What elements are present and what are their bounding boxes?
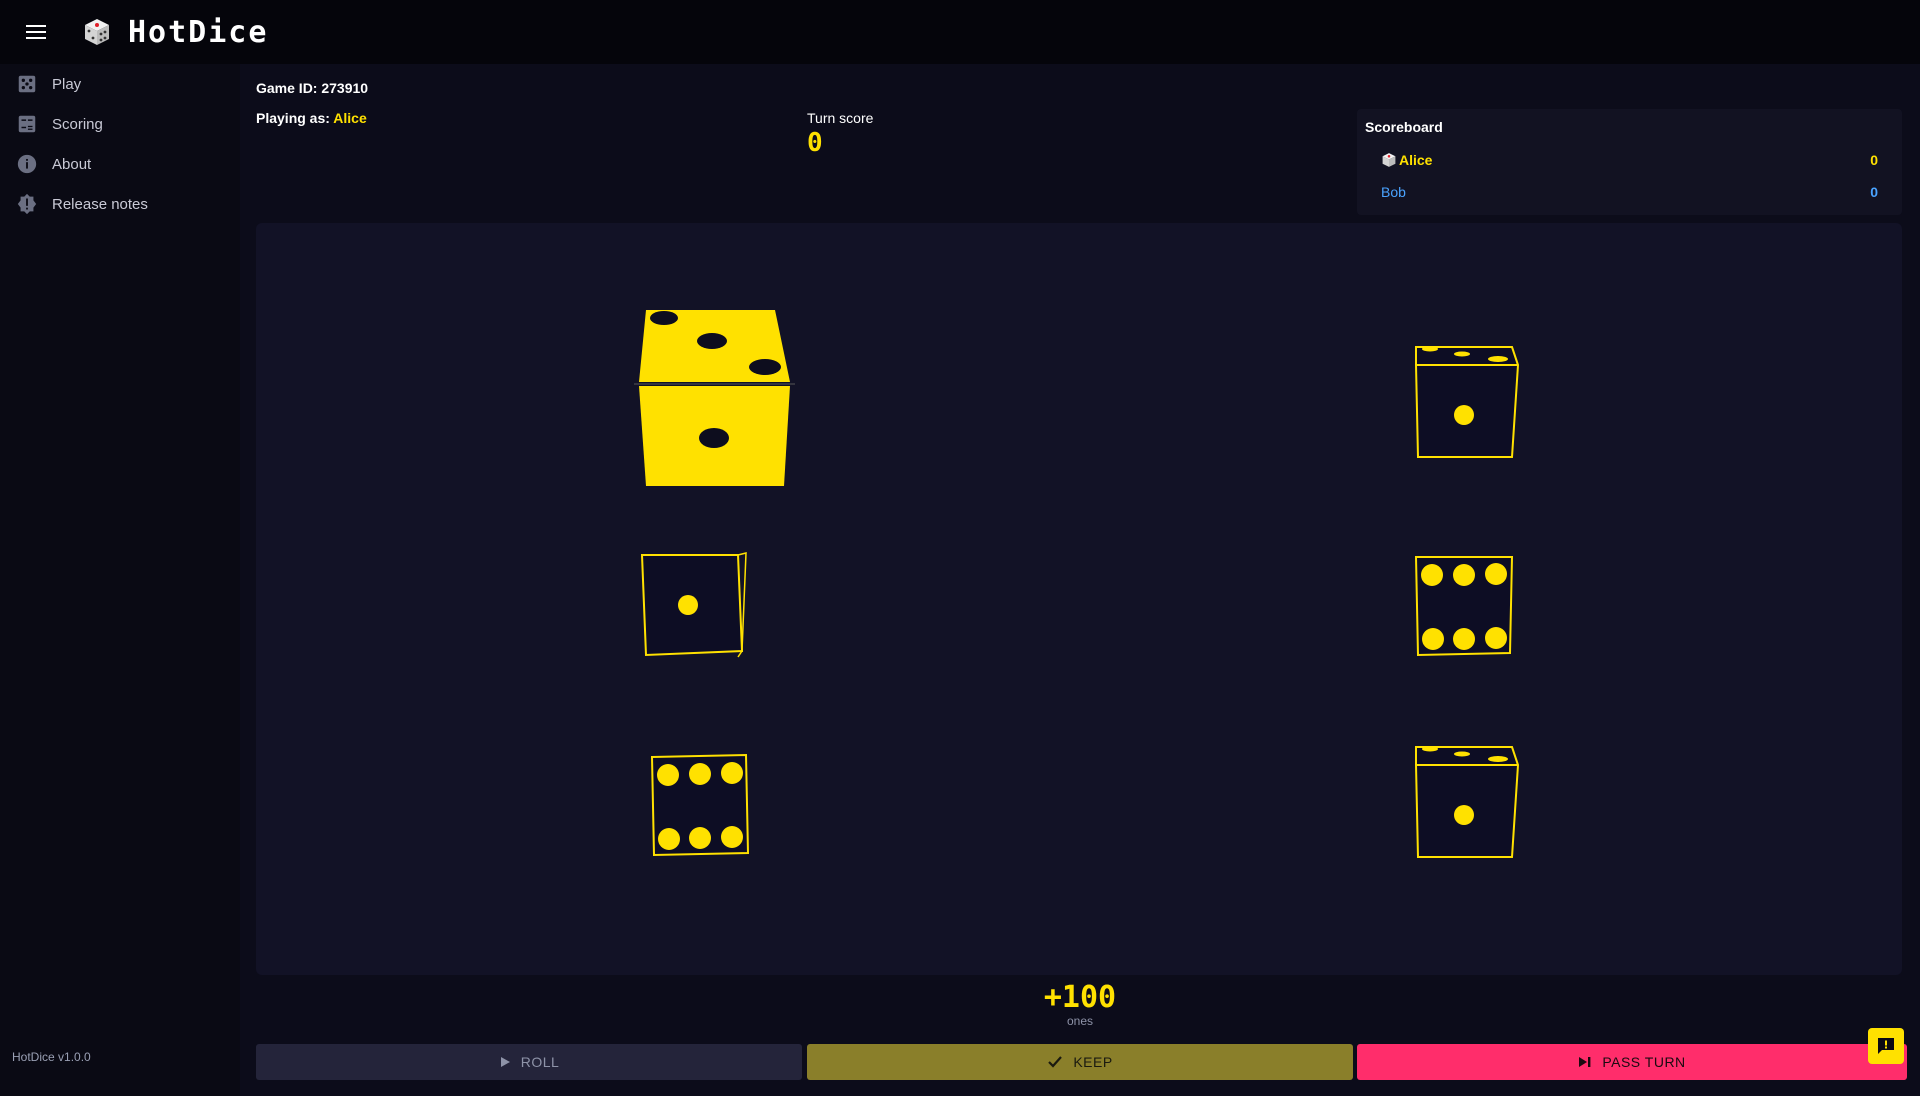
scoreboard-row: Bob 0 [1381,182,1878,202]
sidebar: Play Scoring About Release notes HotDice… [0,64,240,1096]
check-icon [1048,1056,1063,1068]
die-5[interactable] [648,753,752,859]
keep-button-label: KEEP [1073,1054,1113,1070]
player-entry: Bob [1381,184,1870,200]
sidebar-item-play[interactable]: Play [0,64,240,104]
player-name: Alice [333,110,367,126]
menu-icon[interactable] [24,20,48,44]
sidebar-item-scoring[interactable]: Scoring [0,104,240,144]
turn-score: Turn score 0 [807,110,873,158]
player-name: Bob [1381,184,1406,200]
game-area: Game ID: 273910 Playing as: Alice Turn s… [240,64,1920,1096]
sidebar-item-label: About [52,155,92,173]
playing-as-label: Playing as: [256,110,330,126]
player-entry: Alice [1381,152,1870,168]
die-3[interactable] [638,551,750,661]
sidebar-item-release-notes[interactable]: Release notes [0,184,240,224]
turn-score-label: Turn score [807,110,874,126]
player-score: 0 [1870,152,1878,168]
dice-icon [18,75,36,93]
roll-button-label: ROLL [520,1054,560,1070]
sidebar-item-about[interactable]: About [0,144,240,184]
turn-score-value: 0 [807,128,823,158]
skip-next-icon [1579,1057,1591,1067]
sidebar-item-label: Release notes [52,195,148,213]
feedback-button[interactable] [1868,1028,1904,1064]
app-version: HotDice v1.0.0 [12,1050,91,1064]
scoreboard: Scoreboard Alice 0 Bob 0 [1357,109,1902,215]
pass-turn-button[interactable]: PASS TURN [1357,1044,1907,1080]
info-icon [17,154,37,174]
game-id: Game ID: 273910 [256,80,369,96]
playing-as: Playing as: Alice [256,110,367,126]
player-score: 0 [1870,184,1878,200]
die-2[interactable] [1412,343,1520,463]
dice-logo-icon [85,19,109,45]
dice-board[interactable] [256,223,1902,975]
die-6[interactable] [1412,743,1520,863]
player-name: Alice [1399,152,1433,168]
new-releases-icon [17,193,37,215]
feedback-icon [1878,1038,1894,1054]
selection-score-value: +100 [1043,980,1117,1015]
die-4[interactable] [1412,553,1516,659]
play-icon [500,1057,510,1067]
keep-button[interactable]: KEEP [807,1044,1353,1080]
scoreboard-row: Alice 0 [1381,150,1878,170]
sidebar-item-label: Scoring [52,115,103,133]
scoreboard-title: Scoreboard [1365,119,1443,135]
roll-button[interactable]: ROLL [256,1044,802,1080]
pass-turn-button-label: PASS TURN [1602,1054,1686,1070]
selection-score-label: ones [1066,1014,1094,1028]
selection-score: +100 ones [240,980,1920,1029]
active-player-dice-icon [1382,153,1396,167]
sidebar-item-label: Play [52,75,82,93]
die-1[interactable] [634,308,800,490]
app-bar: HotDice [0,0,1920,64]
app-title: HotDice [128,14,269,50]
scoring-icon [18,115,36,133]
